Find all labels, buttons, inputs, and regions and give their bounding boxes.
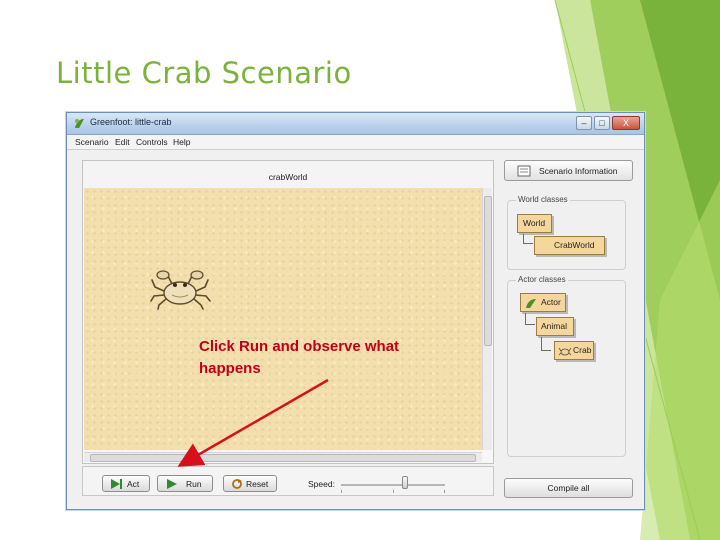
- crab-icon[interactable]: [150, 267, 212, 311]
- run-label: Run: [186, 479, 202, 489]
- class-label: Crab: [573, 345, 592, 355]
- class-animal[interactable]: Animal: [536, 317, 574, 336]
- speed-tick: [341, 490, 342, 493]
- window-titlebar[interactable]: Greenfoot: little-crab – □ X: [67, 113, 644, 135]
- greenfoot-actor-icon: [526, 299, 536, 308]
- reset-label: Reset: [246, 479, 269, 489]
- class-world[interactable]: World: [517, 214, 552, 233]
- class-label: Actor: [541, 297, 561, 307]
- menu-edit[interactable]: Edit: [115, 137, 130, 147]
- execution-controls: Act Run Reset Speed:: [82, 466, 494, 496]
- step-icon: [111, 479, 122, 489]
- document-icon: [517, 165, 531, 177]
- class-crab[interactable]: Crab: [554, 341, 594, 360]
- reset-button[interactable]: Reset: [223, 475, 277, 492]
- annotation-line-2: happens: [199, 360, 261, 377]
- actor-classes-label: Actor classes: [516, 275, 568, 284]
- world-panel: crabWorld: [82, 160, 494, 464]
- speed-slider[interactable]: [341, 484, 445, 486]
- greenfoot-window: Greenfoot: little-crab – □ X Scenario Ed…: [66, 112, 645, 510]
- maximize-button[interactable]: □: [594, 116, 610, 130]
- scroll-thumb[interactable]: [90, 454, 476, 462]
- world-canvas[interactable]: [84, 188, 482, 450]
- menu-help[interactable]: Help: [173, 137, 190, 147]
- speed-tick: [393, 490, 394, 493]
- act-label: Act: [127, 479, 140, 489]
- run-button[interactable]: Run: [157, 475, 213, 492]
- compile-all-button[interactable]: Compile all: [504, 478, 633, 498]
- world-classes-label: World classes: [516, 195, 570, 204]
- act-button[interactable]: Act: [102, 475, 150, 492]
- inheritance-connector: [525, 313, 535, 325]
- play-icon: [167, 479, 177, 489]
- scenario-information-button[interactable]: Scenario Information: [504, 160, 633, 181]
- inheritance-connector: [541, 337, 551, 351]
- class-actor[interactable]: Actor: [520, 293, 566, 312]
- class-crabworld[interactable]: CrabWorld: [534, 236, 605, 255]
- slide-title: Little Crab Scenario: [56, 56, 352, 90]
- inheritance-connector: [523, 234, 533, 244]
- window-title: Greenfoot: little-crab: [90, 117, 172, 127]
- crab-icon: [559, 347, 571, 356]
- class-label: World: [523, 218, 546, 228]
- class-label: Animal: [541, 321, 567, 331]
- class-label: CrabWorld: [554, 240, 595, 250]
- speed-tick: [444, 490, 445, 493]
- greenfoot-app-icon: [75, 119, 84, 128]
- minimize-button[interactable]: –: [576, 116, 592, 130]
- world-horizontal-scrollbar[interactable]: [84, 452, 482, 462]
- world-vertical-scrollbar[interactable]: [482, 188, 492, 450]
- menu-bar: Scenario Edit Controls Help: [67, 135, 644, 150]
- annotation-line-1: Click Run and observe what: [199, 338, 400, 355]
- world-classes-group: World classes World CrabWorld: [507, 195, 626, 270]
- close-button[interactable]: X: [612, 116, 640, 130]
- speed-slider-knob[interactable]: [402, 476, 409, 489]
- scroll-thumb[interactable]: [484, 196, 492, 346]
- menu-controls[interactable]: Controls: [136, 137, 168, 147]
- actor-classes-group: Actor classes Actor Animal Crab: [507, 275, 626, 457]
- speed-label: Speed:: [308, 479, 335, 489]
- annotation-text: Click Run and observe what happens: [199, 336, 449, 380]
- menu-scenario[interactable]: Scenario: [75, 137, 109, 147]
- reset-icon: [232, 479, 242, 489]
- world-title: crabWorld: [83, 161, 493, 188]
- scenario-information-label: Scenario Information: [539, 166, 618, 176]
